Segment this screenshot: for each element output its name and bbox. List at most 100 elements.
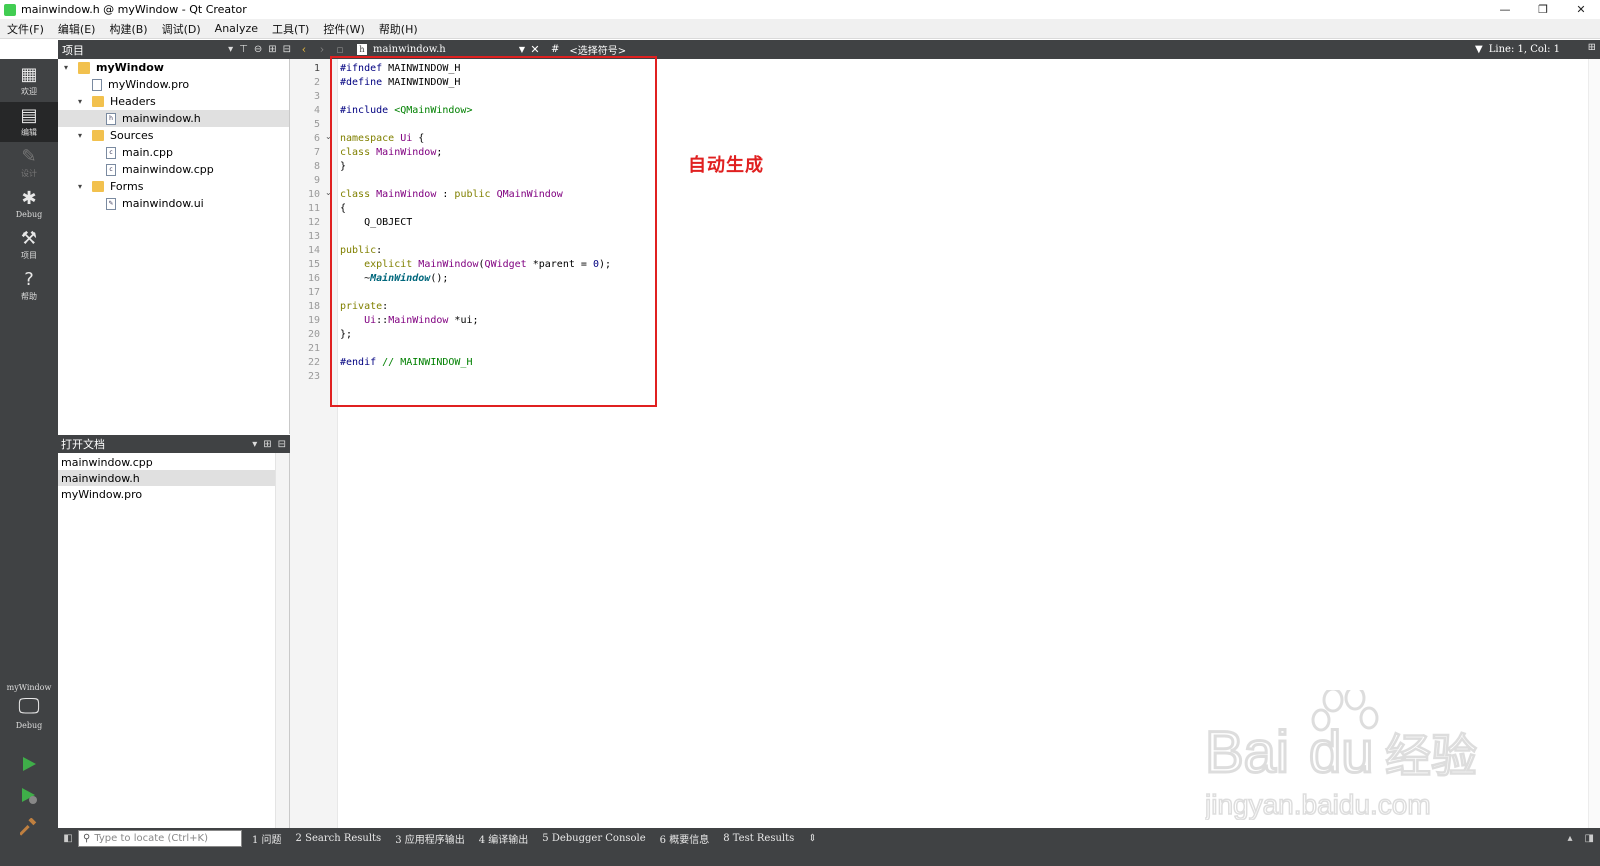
tree-item-file[interactable]: c main.cpp [58,144,289,161]
line-column-indicator[interactable]: Line: 1, Col: 1 [1489,44,1560,55]
symbol-hash: # [551,44,560,55]
chevron-down-icon[interactable]: ▾ [74,97,86,106]
edit-icon: ▤ [20,104,38,126]
progress-toggle-icon[interactable]: ▴ [1568,833,1573,844]
tree-item-label: mainwindow.cpp [122,163,214,176]
header-file-icon: h [106,112,116,125]
highlight-box [330,56,657,407]
line-number: 21 [307,343,320,354]
close-pane-icon[interactable]: ⊟ [278,439,286,450]
output-tab-issues[interactable]: 1 问题 [252,831,282,846]
play-icon [23,757,36,771]
menu-widgets[interactable]: 控件(W) [316,21,371,37]
filter-icon[interactable]: ⊤ [239,44,248,55]
kit-project-name: myWindow [6,683,52,692]
line-number: 5 [313,119,320,130]
line-number: 12 [307,217,320,228]
line-number: 2 [313,77,320,88]
menu-debug[interactable]: 调试(D) [155,21,208,37]
chevron-down-icon[interactable]: ▾ [60,63,72,72]
line-number: 10 [307,189,320,200]
output-tab-debugger-console[interactable]: 5 Debugger Console [542,833,645,844]
mode-debug[interactable]: ✱ Debug [0,184,58,224]
run-button[interactable] [18,753,40,775]
line-number: 22 [307,357,320,368]
tree-item-folder[interactable]: ▾ Sources [58,127,289,144]
scrollbar[interactable] [275,453,289,829]
locator-input[interactable]: ⚲ Type to locate (Ctrl+K) [78,830,242,847]
chevron-down-icon[interactable]: ▾ [74,182,86,191]
mode-welcome[interactable]: ▦ 欢迎 [0,61,58,101]
chevron-down-icon[interactable]: ▼ [1475,44,1483,55]
mode-label: 编辑 [21,127,37,137]
line-number: 1 [313,63,320,74]
symbol-selector[interactable]: <选择符号> [569,42,626,57]
menu-tools[interactable]: 工具(T) [265,21,316,37]
mode-label: Debug [15,209,43,219]
menu-build[interactable]: 构建(B) [102,21,154,37]
open-file-name: mainwindow.h [373,44,446,55]
mode-design[interactable]: ✎ 设计 [0,143,58,183]
code-editor[interactable]: 1 2 3 4 5 6 ⌄ 7 8 9 10 ⌄ 11 12 13 14 15 16 17 18 19 20 21 22 23 … [290,56,1600,828]
line-number: 23 [307,371,320,382]
restore-button[interactable]: ❐ [1524,0,1562,19]
output-tab-app-output[interactable]: 3 应用程序输出 [395,831,465,846]
output-tab-general-messages[interactable]: 6 概要信息 [660,831,710,846]
tree-item-file[interactable]: c mainwindow.cpp [58,161,289,178]
output-pane-toggle-icon[interactable]: ◨ [1585,833,1594,844]
tree-item-folder[interactable]: ▾ Headers [58,93,289,110]
mode-projects[interactable]: ⚒ 项目 [0,225,58,265]
editor-scrollbar[interactable] [1588,59,1600,828]
chevron-down-icon[interactable]: ▾ [74,131,86,140]
window-title: mainwindow.h @ myWindow - Qt Creator [21,3,247,16]
tree-item-project[interactable]: ▾ myWindow [58,59,289,76]
annotation-text: 自动生成 [688,155,764,176]
link-icon[interactable]: ⊖ [254,44,262,55]
menu-help[interactable]: 帮助(H) [372,21,425,37]
line-number: 16 [307,273,320,284]
open-file-combo[interactable]: h mainwindow.h ▼ [357,44,525,55]
forward-arrow-icon[interactable]: › [313,43,331,56]
pencil-icon: ✎ [21,145,37,167]
menu-analyze[interactable]: Analyze [208,22,265,35]
menu-file[interactable]: 文件(F) [0,21,51,37]
output-tab-test-results[interactable]: 8 Test Results [723,833,794,844]
close-document-icon[interactable]: ✕ [525,43,545,56]
output-tab-search-results[interactable]: 2 Search Results [296,833,382,844]
line-number: 8 [313,161,320,172]
open-document-item[interactable]: myWindow.pro [58,486,275,502]
project-pane-header: 项目 ▾ ⊤ ⊖ ⊞ ⊟ [58,40,295,59]
build-button[interactable] [18,816,40,838]
debug-run-button[interactable] [18,785,40,807]
output-tab-compile-output[interactable]: 4 编译输出 [479,831,529,846]
chevron-down-icon[interactable]: ▾ [252,439,257,450]
line-number: 14 [307,245,320,256]
menu-edit[interactable]: 编辑(E) [51,21,103,37]
toggle-sidebar-icon[interactable]: ◧ [58,833,78,844]
mode-help[interactable]: ? 帮助 [0,266,58,306]
split-editor-icon[interactable]: ⊞ [1588,42,1596,53]
menu-bar: 文件(F) 编辑(E) 构建(B) 调试(D) Analyze 工具(T) 控件… [0,19,1600,39]
minimize-button[interactable]: — [1486,0,1524,19]
open-document-item[interactable]: mainwindow.h [58,470,275,486]
mode-sidebar: ▦ 欢迎 ▤ 编辑 ✎ 设计 ✱ Debug ⚒ 项目 ? 帮助 myWindo… [0,59,58,866]
mode-label: 项目 [21,250,37,260]
split-icon[interactable]: ⊞ [263,439,271,450]
close-window-button[interactable]: ✕ [1562,0,1600,19]
tree-item-file[interactable]: h mainwindow.h [58,110,289,127]
status-bar: ◧ ⚲ Type to locate (Ctrl+K) 1 问题 2 Searc… [58,828,1600,849]
tree-item-file[interactable]: ✎ mainwindow.ui [58,195,289,212]
tree-item-label: mainwindow.ui [122,197,204,210]
line-number: 11 [307,203,320,214]
tree-item-file[interactable]: myWindow.pro [58,76,289,93]
tree-item-folder[interactable]: ▾ Forms [58,178,289,195]
split-icon[interactable]: ⊞ [268,44,276,55]
project-pane-label: 项目 [62,43,84,57]
chevron-down-icon[interactable]: ▾ [228,44,233,55]
open-document-item[interactable]: mainwindow.cpp [58,454,275,470]
mode-edit[interactable]: ▤ 编辑 [0,102,58,142]
kit-selector[interactable]: myWindow 🖵 Debug [0,683,58,730]
more-tabs-icon[interactable]: ⇕ [808,833,816,844]
close-pane-icon[interactable]: ⊟ [283,44,291,55]
back-arrow-icon[interactable]: ‹ [295,43,313,56]
